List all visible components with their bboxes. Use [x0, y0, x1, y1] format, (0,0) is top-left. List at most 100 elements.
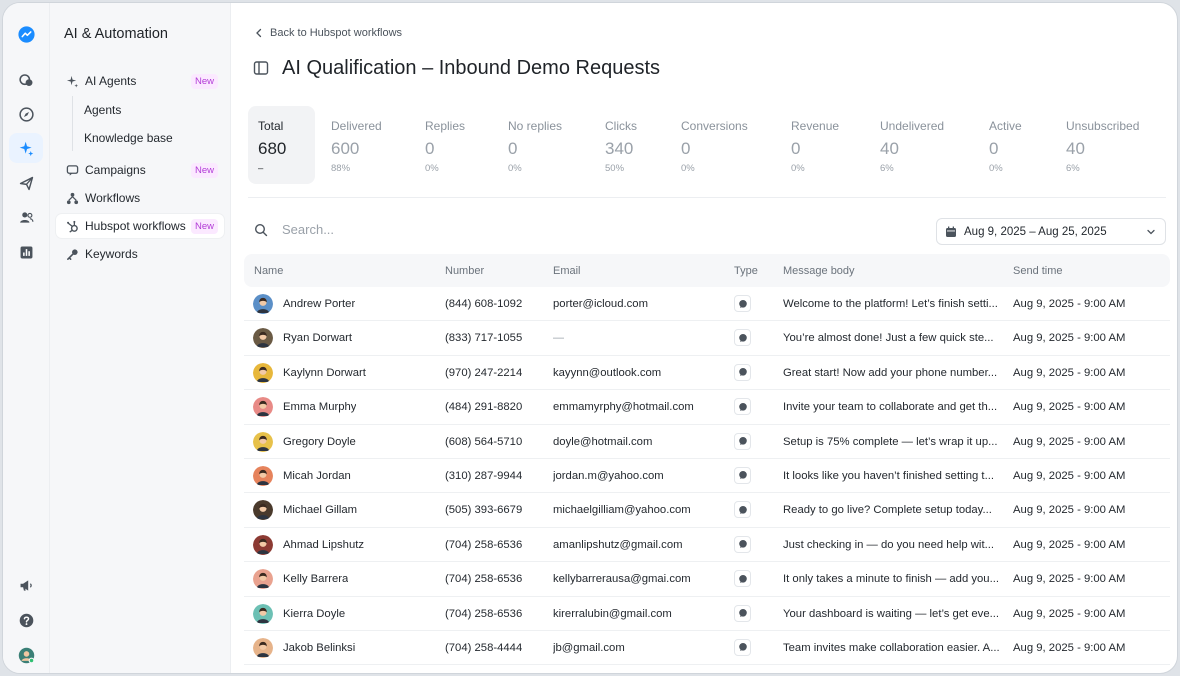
table-row[interactable]: Kierra Doyle (704) 258-6536 kirerralubin…: [244, 597, 1170, 631]
table-row[interactable]: Michael Gillam (505) 393-6679 michaelgil…: [244, 493, 1170, 528]
nav-item-workflows[interactable]: Workflows: [56, 186, 224, 210]
avatar: [253, 569, 273, 590]
avatar: [253, 328, 273, 349]
nav-item-hubspot-workflows[interactable]: Hubspot workflows New: [56, 214, 224, 238]
nav-item-keywords[interactable]: Keywords: [56, 242, 224, 266]
toggle-panel-icon[interactable]: [253, 60, 269, 76]
stats-bar: Total 680 – Delivered 600 88% Replies 0 …: [248, 106, 1168, 186]
table-row[interactable]: Jakob Belinksi (704) 258-4444 jb@gmail.c…: [244, 631, 1170, 666]
message-type-icon: [734, 363, 751, 381]
column-header-number[interactable]: Number: [445, 265, 484, 277]
rail-explore[interactable]: [9, 99, 43, 129]
nav-item-ai-agents[interactable]: AI Agents New: [56, 69, 224, 93]
back-link[interactable]: Back to Hubspot workflows: [254, 27, 402, 39]
nav-item-label: Workflows: [85, 191, 141, 205]
table-row[interactable]: Gregory Doyle (608) 564-5710 doyle@hotma…: [244, 425, 1170, 459]
avatar: [18, 647, 34, 663]
message-type-icon: [734, 570, 751, 588]
send-time: Aug 9, 2025 - 9:00 AM: [1013, 366, 1126, 379]
stat-replies[interactable]: Replies 0 0%: [415, 106, 475, 184]
new-badge: New: [190, 218, 218, 234]
contact-email: emmamyrphy@hotmail.com: [553, 401, 694, 414]
date-range-picker[interactable]: Aug 9, 2025 – Aug 25, 2025: [936, 218, 1166, 245]
user-avatar[interactable]: [9, 640, 43, 670]
rail-help[interactable]: [9, 605, 43, 635]
date-range-value: Aug 9, 2025 – Aug 25, 2025: [964, 225, 1107, 238]
stat-unsubscribed[interactable]: Unsubscribed 40 6%: [1056, 106, 1149, 184]
stat-value: 0: [989, 139, 999, 158]
stat-value: 0: [425, 139, 435, 158]
stat-undelivered[interactable]: Undelivered 40 6%: [870, 106, 954, 184]
app-logo[interactable]: [9, 19, 43, 49]
help-icon: [19, 613, 33, 627]
table-row[interactable]: Emma Murphy (484) 291-8820 emmamyrphy@ho…: [244, 390, 1170, 425]
message-type-icon: [734, 604, 751, 622]
contact-email: michaelgilliam@yahoo.com: [553, 504, 691, 517]
contact-email: —: [553, 332, 565, 345]
stat-no-replies[interactable]: No replies 0 0%: [498, 106, 572, 184]
search-input[interactable]: Search...: [282, 222, 334, 237]
column-header-type[interactable]: Type: [734, 265, 758, 277]
search-bar[interactable]: Search...: [254, 222, 334, 237]
stat-label: Delivered: [331, 119, 382, 133]
stat-value: 680: [258, 139, 287, 158]
back-link-label: Back to Hubspot workflows: [270, 27, 403, 39]
send-time: Aug 9, 2025 - 9:00 AM: [1013, 469, 1126, 482]
page-title: AI Qualification – Inbound Demo Requests: [282, 57, 660, 79]
chat-bubbles-icon: [18, 73, 32, 86]
stat-percent: 0%: [791, 163, 805, 174]
send-time: Aug 9, 2025 - 9:00 AM: [1013, 435, 1126, 448]
rail-campaigns[interactable]: [9, 168, 43, 198]
send-time: Aug 9, 2025 - 9:00 AM: [1013, 332, 1126, 345]
contact-name: Andrew Porter: [283, 298, 356, 310]
column-header-email[interactable]: Email: [553, 265, 581, 277]
stat-conversions[interactable]: Conversions 0 0%: [671, 106, 758, 184]
rail-announcements[interactable]: [9, 570, 43, 600]
column-header-send-time[interactable]: Send time: [1013, 265, 1063, 277]
contact-name: Kierra Doyle: [283, 607, 346, 620]
rail-ai-automation[interactable]: [9, 133, 43, 163]
nav-item-label: Hubspot workflows: [85, 219, 186, 233]
rail-contacts[interactable]: [9, 202, 43, 232]
stat-delivered[interactable]: Delivered 600 88%: [321, 106, 392, 184]
stat-label: Total: [258, 119, 284, 133]
message-type-icon: [734, 535, 751, 553]
table-row[interactable]: Ryan Dorwart (833) 717-1055 — You’re alm…: [244, 321, 1170, 356]
nav-item-label: Campaigns: [85, 163, 146, 177]
message-body: Ready to go live? Complete setup today..…: [783, 504, 992, 517]
message-type-icon: [734, 398, 751, 416]
stat-total[interactable]: Total 680 –: [248, 106, 315, 184]
table-row[interactable]: Kaylynn Dorwart (970) 247-2214 kayynn@ou…: [244, 356, 1170, 391]
message-type-icon: [734, 329, 751, 347]
nav-sub-agents[interactable]: Agents: [84, 103, 121, 117]
table-row[interactable]: Ahmad Lipshutz (704) 258-6536 amanlipshu…: [244, 528, 1170, 563]
column-header-name[interactable]: Name: [254, 265, 283, 277]
nav-sub-knowledge-base[interactable]: Knowledge base: [84, 131, 173, 145]
side-nav: AI & Automation AI Agents New Agents Kno…: [50, 3, 231, 673]
stat-value: 40: [880, 139, 899, 158]
stat-active[interactable]: Active 0 0%: [979, 106, 1032, 184]
users-icon: [19, 211, 33, 223]
stat-value: 340: [605, 139, 634, 158]
bar-chart-icon: [20, 246, 32, 258]
workflow-icon: [65, 191, 79, 205]
contact-email: doyle@hotmail.com: [553, 435, 653, 448]
column-header-message-body[interactable]: Message body: [783, 265, 855, 277]
table-row[interactable]: Kelly Barrera (704) 258-6536 kellybarrer…: [244, 562, 1170, 597]
stat-percent: 0%: [508, 163, 522, 174]
stat-clicks[interactable]: Clicks 340 50%: [595, 106, 647, 184]
nav-item-campaigns[interactable]: Campaigns New: [56, 158, 224, 182]
avatar: [253, 500, 273, 521]
table-row[interactable]: Micah Jordan (310) 287-9944 jordan.m@yah…: [244, 459, 1170, 494]
avatar: [253, 465, 273, 486]
stat-label: No replies: [508, 119, 563, 133]
chevron-down-icon: [1147, 229, 1155, 235]
stat-revenue[interactable]: Revenue 0 0%: [781, 106, 849, 184]
nav-item-label: AI Agents: [85, 74, 137, 88]
table-row[interactable]: Andrew Porter (844) 608-1092 porter@iclo…: [244, 287, 1170, 322]
contact-number: (704) 258-6536: [445, 573, 523, 586]
rail-messages[interactable]: [9, 65, 43, 95]
stat-percent: 0%: [989, 163, 1003, 174]
rail-analytics[interactable]: [9, 237, 43, 267]
contact-email: jb@gmail.com: [553, 641, 625, 654]
